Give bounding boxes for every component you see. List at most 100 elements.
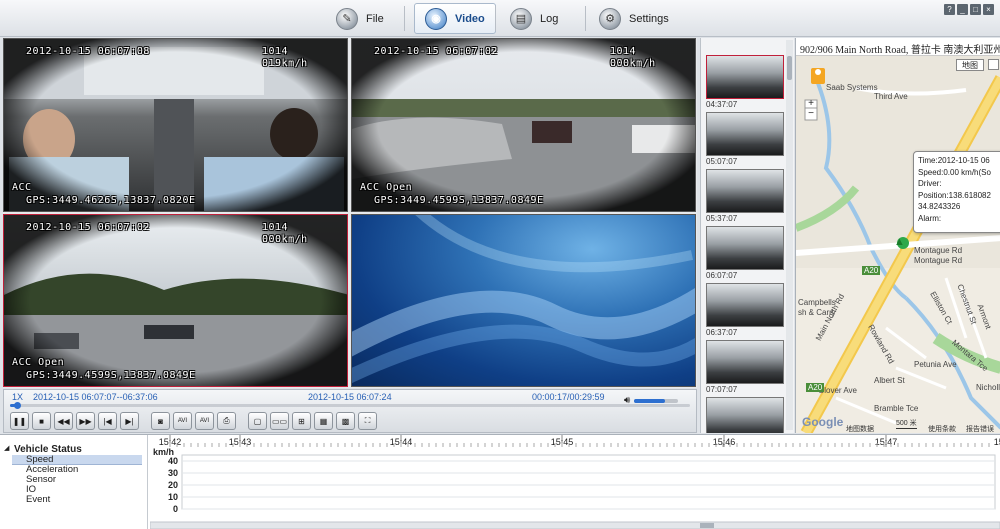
playback-controls: ❚❚ ■ ◀◀ ▶▶ |◀ ▶| ◙ AVI AVI ⎙ ▢ ▭▭ ⊞ ▦ ▩ … — [10, 412, 377, 430]
report-error-link[interactable]: 报告错误 — [966, 424, 994, 433]
layout-16-button[interactable]: ▩ — [336, 412, 355, 430]
street-label: Campbells — [798, 298, 836, 307]
video-channel-3[interactable]: 2012-10-15 06:07:02 1014 000km/h ACC Ope… — [3, 214, 348, 387]
thumbnail-image — [706, 397, 784, 433]
thumbnail-item[interactable]: 07:07:07 — [706, 340, 784, 395]
main-toolbar: ✎ File ◉ Video ▤ Log ⚙ Settings ? _ □ × — [0, 0, 1000, 37]
layout-2-button[interactable]: ▭▭ — [270, 412, 289, 430]
progress-handle[interactable] — [13, 402, 21, 409]
osd-speed: 019km/h — [262, 58, 308, 69]
popup-position: Position:138.618082 — [918, 190, 991, 200]
tab-log-label: Log — [540, 12, 559, 25]
progress-track[interactable] — [10, 402, 690, 409]
thumbnail-item[interactable]: 06:37:07 — [706, 283, 784, 338]
vehicle-marker-icon[interactable]: ▲ — [894, 236, 905, 248]
thumbnail-scrollbar[interactable] — [786, 40, 793, 430]
thumbnail-strip: 04:37:07 05:07:07 05:37:07 06:07:07 06:3… — [700, 38, 794, 433]
popup-speed: Speed:0.00 km/h(So — [918, 167, 991, 177]
toolbar-separator — [404, 6, 405, 31]
thumbnail-image — [706, 283, 784, 327]
popup-driver: Driver: — [918, 179, 942, 188]
route-shield: A20 — [862, 266, 881, 275]
x-tick-label: 15:47 — [875, 437, 898, 447]
osd-speed: 000km/h — [262, 234, 308, 245]
osd-datetime: 2012-10-15 06:07:02 — [26, 222, 150, 233]
video-channel-4-empty[interactable] — [351, 214, 696, 387]
playback-current-time: 2012-10-15 06:07:24 — [308, 392, 392, 402]
tab-file[interactable]: ✎ File — [326, 3, 394, 34]
map-address: 902/906 Main North Road, 普拉卡 南澳大利亚州 — [796, 38, 1000, 56]
tab-file-label: File — [366, 12, 384, 25]
video-channel-2[interactable]: 2012-10-15 06:07:02 1014 000km/h ACC Ope… — [351, 38, 696, 212]
tab-video[interactable]: ◉ Video — [414, 3, 496, 34]
map-data-label: 地图数据 — [846, 426, 874, 433]
speed-chart[interactable]: 403020100km/h15:42 15:43 15:44 15:45 15:46 15… — [150, 435, 1000, 529]
zoom-out-icon[interactable]: − — [805, 109, 817, 120]
y-tick-label: 30 — [168, 468, 178, 478]
layout-1-button[interactable]: ▢ — [248, 412, 267, 430]
thumbnail-item[interactable]: 05:07:07 — [706, 112, 784, 167]
tab-log[interactable]: ▤ Log — [500, 3, 568, 34]
thumbnail-time: 05:37:07 — [706, 214, 738, 223]
layout-9-button[interactable]: ▦ — [314, 412, 333, 430]
print-button[interactable]: ⎙ — [217, 412, 236, 430]
street-label: Montague Rd — [914, 256, 963, 265]
route-shield: A20 — [806, 383, 825, 392]
close-icon[interactable]: × — [983, 4, 994, 15]
street-label: Bramble Tce — [874, 404, 919, 413]
export-avi-button[interactable]: AVI — [173, 412, 192, 430]
export-all-avi-button[interactable]: AVI — [195, 412, 214, 430]
next-frame-button[interactable]: ▶| — [120, 412, 139, 430]
popup-position-2: 34.8243326 — [918, 202, 961, 211]
layout-4-button[interactable]: ⊞ — [292, 412, 311, 430]
thumbnail-time: 06:37:07 — [706, 328, 738, 337]
thumbnail-item[interactable] — [706, 397, 784, 433]
wallpaper-swirl-image — [352, 215, 695, 384]
previous-frame-button[interactable]: |◀ — [98, 412, 117, 430]
map-panel[interactable]: 902/906 Main North Road, 普拉卡 南澳大利亚州 地图 +… — [795, 38, 1000, 433]
rewind-button[interactable]: ◀◀ — [54, 412, 73, 430]
fast-forward-button[interactable]: ▶▶ — [76, 412, 95, 430]
stop-button[interactable]: ■ — [32, 412, 51, 430]
layout-quad-icon: ⊞ — [298, 416, 305, 426]
collapse-icon[interactable]: ◢ — [4, 444, 9, 452]
help-icon[interactable]: ? — [944, 4, 955, 15]
map-type-button[interactable]: 地图 — [956, 59, 984, 71]
osd-acc: ACC Open — [12, 357, 65, 368]
thumbnail-item[interactable]: 06:07:07 — [706, 226, 784, 281]
chart-scrollbar-thumb — [700, 523, 714, 528]
osd-device-id: 1014 — [262, 46, 289, 57]
toolbar-separator — [495, 6, 496, 31]
maximize-icon[interactable]: □ — [970, 4, 981, 15]
tree-item-event[interactable]: Event — [12, 495, 142, 505]
street-label: Third Ave — [874, 92, 908, 101]
video-icon: ◉ — [425, 7, 447, 30]
chart-scrollbar — [150, 521, 1000, 529]
playback-elapsed: 00:00:17/00:29:59 — [532, 392, 605, 402]
terms-link[interactable]: 使用条款 — [928, 424, 956, 433]
playback-rate: 1X — [12, 392, 24, 402]
layout-double-icon: ▭▭ — [271, 416, 288, 426]
map-scale: 500 米 — [896, 420, 917, 429]
map-options-icon[interactable] — [988, 59, 999, 70]
avi-label: AVI — [177, 418, 188, 424]
video-grid: 2012-10-15 06:07:08 1014 019km/h ACC GPS… — [3, 38, 697, 388]
thumbnail-time: 06:07:07 — [706, 271, 738, 280]
thumbnail-image — [706, 55, 784, 99]
thumbnail-item[interactable]: 04:37:07 — [706, 55, 784, 110]
thumbnail-item[interactable]: 05:37:07 — [706, 169, 784, 224]
pause-button[interactable]: ❚❚ — [10, 412, 29, 430]
scrollbar-thumb[interactable] — [787, 56, 792, 80]
video-channel-1[interactable]: 2012-10-15 06:07:08 1014 019km/h ACC GPS… — [3, 38, 348, 212]
snapshot-button[interactable]: ◙ — [151, 412, 170, 430]
tab-video-label: Video — [455, 12, 485, 25]
fullscreen-button[interactable]: ⛶ — [358, 412, 377, 430]
tab-settings[interactable]: ⚙ Settings — [589, 3, 679, 34]
volume-slider[interactable] — [634, 398, 679, 403]
camera-icon: ◙ — [158, 416, 163, 426]
minimize-icon[interactable]: _ — [957, 4, 968, 15]
osd-gps: GPS:3449.4599S,13837.0849E — [374, 195, 544, 206]
osd-acc: ACC — [12, 182, 32, 193]
layout-16-icon: ▩ — [341, 416, 350, 426]
thumbnail-image — [706, 226, 784, 270]
